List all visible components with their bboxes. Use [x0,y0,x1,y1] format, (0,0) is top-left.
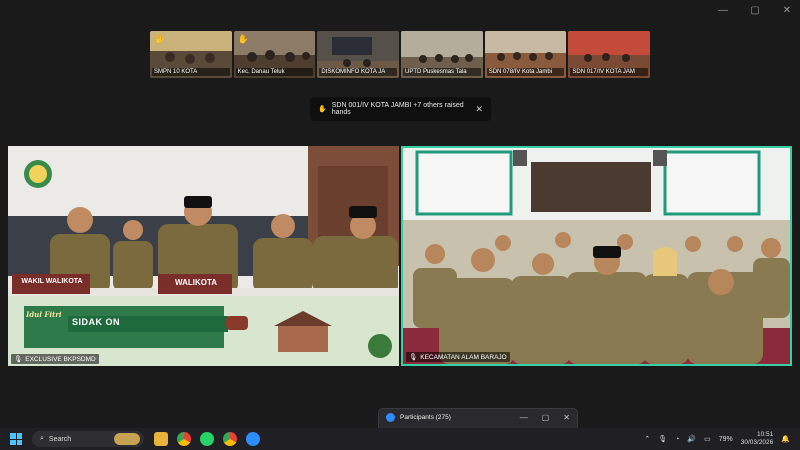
search-icon: ⌕ [40,435,44,442]
microphone-icon: 🎙 [409,354,418,361]
taskbar-search[interactable]: ⌕ Search [32,431,144,447]
raised-hands-notification[interactable]: ✋ SDN 001/IV KOTA JAMBI +7 others raised… [310,97,491,121]
participants-title: Participants (275) [400,414,451,421]
banner-text: SIDAK ON [72,317,121,327]
participant-thumbnail[interactable]: ✋ SMPN 10 KOTA [150,31,232,78]
greeting-text: Idul Fitri [26,310,62,319]
participant-thumbnail[interactable]: SDN 078/IV Kota Jambi [484,31,567,78]
zoom-meeting-window: — ▢ ✕ ✋ SMPN 10 KOTA ✋ Kec. Danau Teluk [0,0,800,428]
participant-thumbnail[interactable]: ✋ Kec. Danau Teluk [233,31,316,78]
clock-date: 30/03/2026 [740,439,774,446]
pane-participant-name: 🎙 EXCLUSIVE BKPSDMD [11,354,99,364]
raised-hand-icon: ✋ [237,34,249,44]
zoom-icon [386,413,395,422]
participant-name: SMPN 10 KOTA [152,68,230,76]
participant-thumbnail[interactable]: SDN 017/IV KOTA JAM [568,31,651,78]
taskbar-apps [154,432,260,446]
participant-name: Kec. Danau Teluk [235,68,314,76]
microphone-icon[interactable]: 🎙 [658,435,667,443]
chrome-icon[interactable] [177,432,191,446]
clock[interactable]: 10:51 30/03/2026 [741,431,774,447]
search-label: Search [48,435,72,443]
maximize-button[interactable]: ▢ [748,4,762,18]
sign-walikota: WALIKOTA [174,278,218,287]
battery-percent: 79% [718,435,733,443]
participants-header: Participants (275) — ▢ ✕ [379,409,577,426]
wifi-icon[interactable]: ◔ [675,436,679,443]
battery-icon[interactable]: ▭ [704,435,711,443]
clock-time: 10:51 [757,431,774,438]
search-highlight-icon [114,433,140,445]
participant-name: SDN 078/IV Kota Jambi [486,68,565,76]
video-pane-left[interactable]: WAKIL WALIKOTA WALIKOTA SIDAK ON Idul Fi… [8,146,399,366]
microphone-icon: 🎙 [14,356,23,363]
maximize-button[interactable]: ▢ [542,413,550,422]
participant-name: UPTD Puskesmas Tala [403,68,481,76]
raised-hand-icon: ✋ [154,34,166,44]
participant-thumbnail[interactable]: DISKOMINFO KOTA JA [317,31,400,78]
minimize-button[interactable]: — [716,4,730,18]
zoom-icon[interactable] [246,432,260,446]
video-scene [8,146,399,366]
windows-start-icon[interactable] [10,433,22,445]
chrome-profile-icon[interactable] [223,432,237,446]
notification-text: SDN 001/IV KOTA JAMBI +7 others raised h… [331,102,464,116]
participant-thumbnail-strip: ✋ SMPN 10 KOTA ✋ Kec. Danau Teluk DISKOM… [150,31,651,78]
windows-taskbar: ⌕ Search ⌃ 🎙 ◔ 🔊 ▭ 79% 10:51 30/03/2026 … [0,428,800,450]
video-pane-right[interactable]: 🎙 KECAMATAN ALAM BARAJO [401,146,792,366]
pane-participant-name: 🎙 KECAMATAN ALAM BARAJO [406,352,510,362]
file-explorer-icon[interactable] [154,432,168,446]
minimize-button[interactable]: — [520,413,528,422]
chevron-up-icon[interactable]: ⌃ [644,435,650,443]
participant-name: SDN 017/IV KOTA JAM [570,68,649,76]
system-tray: ⌃ 🎙 ◔ 🔊 ▭ 79% 10:51 30/03/2026 🔔 [644,431,800,447]
sign-wakil-walikota: WAKIL WALIKOTA [21,278,83,285]
whatsapp-icon[interactable] [200,432,214,446]
raised-hand-icon: ✋ [318,106,327,113]
close-icon[interactable]: ✕ [475,104,483,115]
close-button[interactable]: ✕ [780,4,794,18]
panel-controls: — ▢ ✕ [520,413,570,422]
close-button[interactable]: ✕ [563,413,570,422]
volume-icon[interactable]: 🔊 [687,435,696,443]
participant-name: DISKOMINFO KOTA JA [319,68,398,76]
video-scene [403,148,790,364]
participant-thumbnail[interactable]: UPTD Puskesmas Tala [401,31,483,78]
notification-bell-icon[interactable]: 🔔 [781,435,790,443]
window-controls: — ▢ ✕ [716,4,794,18]
